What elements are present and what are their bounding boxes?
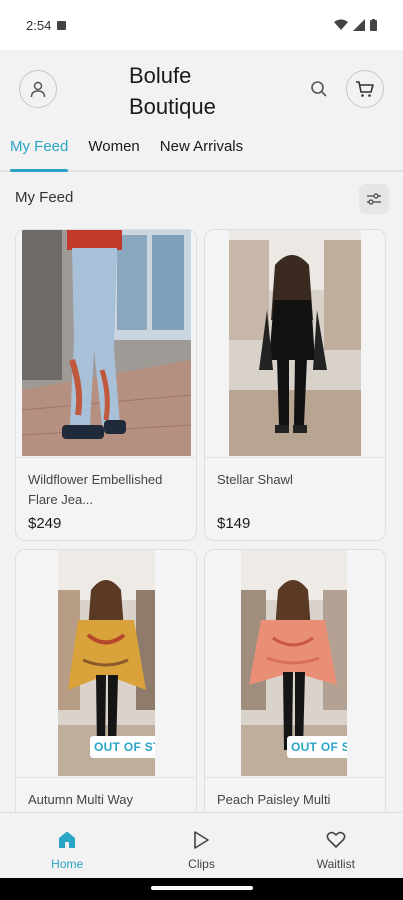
product-card[interactable]: Wildflower Embellished Flare Jea... $249: [15, 229, 197, 541]
out-of-stock-badge: OUT OF STOCK: [286, 736, 347, 758]
product-price: $249: [28, 515, 62, 532]
nav-home-label: Home: [51, 857, 84, 871]
product-name: Stellar Shawl: [217, 472, 293, 487]
tab-my-feed[interactable]: My Feed: [10, 130, 69, 172]
app-header: Bolufe Boutique: [0, 50, 403, 130]
home-gesture-bar[interactable]: [151, 886, 253, 890]
filter-icon: [367, 193, 381, 205]
search-button[interactable]: [308, 78, 330, 100]
category-tabs: My Feed Women New Arrivals: [0, 130, 403, 172]
product-info: Wildflower Embellished Flare Jea... $249: [16, 457, 196, 532]
wifi-icon: [334, 19, 348, 30]
tab-women[interactable]: Women: [88, 130, 139, 170]
nav-clips-label: Clips: [188, 857, 215, 871]
status-bar: 2:54: [0, 0, 403, 50]
account-button[interactable]: [19, 70, 57, 108]
product-price: $149: [217, 515, 251, 532]
feed-header: My Feed: [0, 178, 403, 218]
cart-icon: [356, 81, 374, 97]
play-icon: [194, 831, 210, 849]
home-icon: [59, 831, 76, 848]
product-card[interactable]: Stellar Shawl $149: [204, 229, 386, 541]
product-image[interactable]: [22, 230, 191, 456]
product-name: Wildflower Embellished Flare Jea...: [28, 472, 163, 507]
battery-icon: [370, 19, 377, 31]
product-image[interactable]: [229, 230, 361, 456]
status-time: 2:54: [26, 17, 52, 33]
product-info: Stellar Shawl $149: [205, 457, 385, 532]
product-image[interactable]: OUT OF STOCK: [241, 550, 347, 776]
filter-button[interactable]: [359, 184, 389, 214]
search-icon: [311, 81, 327, 97]
product-card[interactable]: OUT OF STOCK Autumn Multi Way: [15, 549, 197, 819]
nav-waitlist[interactable]: Waitlist: [269, 813, 403, 878]
bottom-navigation: Home Clips Waitlist: [0, 812, 403, 878]
nav-home[interactable]: Home: [0, 813, 134, 878]
nav-waitlist-label: Waitlist: [316, 857, 355, 871]
brand-title: Bolufe Boutique: [129, 63, 216, 119]
system-gesture-area: [0, 878, 403, 900]
out-of-stock-badge: OUT OF STOCK: [89, 736, 155, 758]
heart-icon: [326, 831, 346, 848]
feed-title: My Feed: [15, 189, 74, 206]
cart-button[interactable]: [346, 70, 384, 108]
product-image[interactable]: OUT OF STOCK: [58, 550, 155, 776]
user-icon: [30, 81, 46, 98]
signal-icon: [353, 19, 365, 31]
product-card[interactable]: OUT OF STOCK Peach Paisley Multi: [204, 549, 386, 819]
tab-new-arrivals[interactable]: New Arrivals: [160, 130, 243, 170]
notification-icon: [57, 20, 67, 30]
nav-clips[interactable]: Clips: [134, 813, 268, 878]
